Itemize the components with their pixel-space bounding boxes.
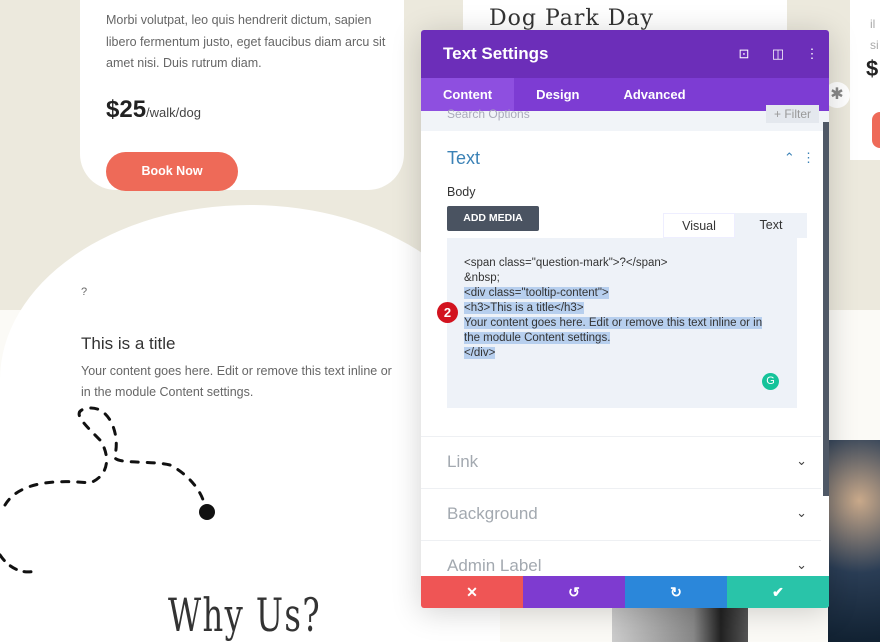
- accordion-link[interactable]: Link ⌄: [421, 436, 821, 488]
- partial-price: $: [866, 56, 879, 81]
- partial-card: il si $: [850, 0, 880, 160]
- chevron-down-icon: ⌄: [796, 557, 807, 572]
- panel-header: Text Settings ⊡ ◫ ⋮: [421, 30, 829, 78]
- step-badge: 2: [437, 302, 458, 323]
- body-label: Body: [447, 185, 476, 199]
- focus-icon[interactable]: ⊡: [727, 46, 761, 62]
- pricing-card: Morbi volutpat, leo quis hendrerit dictu…: [80, 0, 404, 191]
- more-icon[interactable]: ⋮: [795, 46, 829, 62]
- panel-title: Text Settings: [443, 44, 549, 63]
- selected-line: </div>: [464, 347, 496, 359]
- tab-text[interactable]: Text: [735, 213, 807, 238]
- search-row: Search Options + Filter: [421, 105, 829, 131]
- selected-line: <div class="tooltip-content">: [464, 287, 609, 299]
- accordion-label: Background: [447, 504, 538, 523]
- price: $25/walk/dog: [106, 96, 201, 124]
- card-heading: Dog Park Day: [489, 6, 654, 31]
- code-line: <span class="question-mark">?</span>: [464, 257, 668, 269]
- dog-photo: [828, 440, 880, 642]
- tooltip-body: Your content goes here. Edit or remove t…: [81, 364, 392, 399]
- partial-button[interactable]: [872, 112, 880, 148]
- more-icon[interactable]: ⋮: [802, 150, 815, 165]
- save-button[interactable]: ✔: [727, 576, 829, 608]
- question-mark[interactable]: ?: [81, 286, 87, 298]
- accordion-label: Link: [447, 452, 479, 471]
- dashed-path-decoration: [0, 406, 215, 574]
- event-card: Dog Park Day: [463, 0, 787, 31]
- panel-footer: ✕ ↺ ↻ ✔: [421, 576, 829, 608]
- card-description: Morbi volutpat, leo quis hendrerit dictu…: [106, 13, 386, 70]
- book-now-button[interactable]: Book Now: [106, 152, 238, 191]
- undo-button[interactable]: ↺: [523, 576, 625, 608]
- editor-tabs: Visual Text: [663, 213, 807, 238]
- why-us-heading: Why Us?: [168, 588, 321, 642]
- code-editor[interactable]: <span class="question-mark">?</span> &nb…: [447, 238, 797, 408]
- partial-text: il si: [870, 17, 879, 52]
- split-view-icon[interactable]: ◫: [761, 46, 795, 62]
- chevron-down-icon: ⌄: [796, 453, 807, 468]
- add-media-button[interactable]: ADD MEDIA: [447, 206, 539, 231]
- grammarly-icon[interactable]: G: [762, 373, 779, 390]
- search-input[interactable]: Search Options: [447, 107, 530, 121]
- chevron-down-icon: ⌄: [796, 505, 807, 520]
- selected-line: the module Content settings.: [464, 332, 611, 344]
- price-value: $25: [106, 96, 147, 123]
- cancel-button[interactable]: ✕: [421, 576, 523, 608]
- selected-line: Your content goes here. Edit or remove t…: [464, 317, 763, 329]
- code-line: &nbsp;: [464, 272, 500, 284]
- price-unit: /walk/dog: [146, 105, 201, 120]
- selected-line: <h3>This is a title</h3>: [464, 302, 584, 314]
- tab-visual[interactable]: Visual: [663, 213, 735, 238]
- text-settings-panel: Text Settings ⊡ ◫ ⋮ Content Design Advan…: [421, 30, 829, 608]
- accordion-label: Admin Label: [447, 556, 542, 575]
- scrollbar[interactable]: [823, 122, 829, 496]
- chevron-up-icon[interactable]: ⌃: [784, 150, 795, 165]
- tab-advanced[interactable]: Advanced: [601, 78, 707, 111]
- redo-button[interactable]: ↻: [625, 576, 727, 608]
- accordion-background[interactable]: Background ⌄: [421, 488, 821, 540]
- filter-button[interactable]: + Filter: [765, 105, 819, 123]
- section-controls: ⌃ ⋮: [784, 150, 815, 166]
- section-title[interactable]: Text: [447, 148, 480, 169]
- tooltip-title: This is a title: [81, 334, 176, 353]
